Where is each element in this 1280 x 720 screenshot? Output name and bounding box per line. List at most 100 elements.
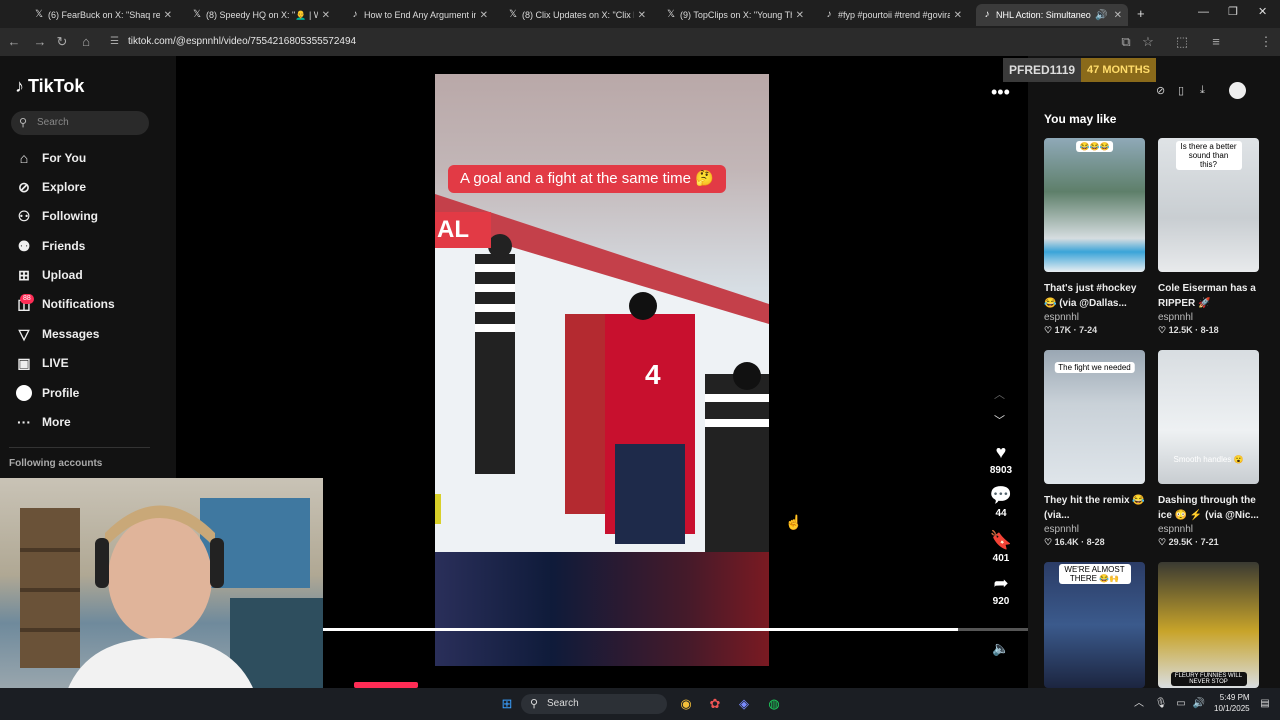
clock-date: 10/1/2025: [1214, 704, 1250, 713]
sidebar-item-explore[interactable]: ⊘ Explore: [15, 177, 86, 197]
minimize-button[interactable]: —: [1198, 6, 1209, 18]
close-icon[interactable]: ✕: [638, 10, 646, 21]
forward-icon[interactable]: →: [32, 34, 48, 50]
recommended-card[interactable]: Smooth handles 😮 Dashing through the ice…: [1158, 350, 1259, 548]
bookmark-star-icon[interactable]: ☆: [1140, 34, 1156, 50]
tab-label: (6) FearBuck on X: "Shaq respo: [48, 10, 160, 20]
tray-chevron-icon[interactable]: ︿: [1130, 696, 1148, 712]
restore-button[interactable]: ❐: [1228, 5, 1238, 18]
compass-icon: ⊘: [18, 178, 30, 195]
close-window-button[interactable]: ✕: [1258, 5, 1267, 18]
site-info-icon[interactable]: ☰: [110, 32, 119, 52]
speaker-icon[interactable]: 🔊: [1190, 696, 1208, 712]
app-icon[interactable]: ✿: [706, 696, 724, 712]
close-icon[interactable]: ✕: [480, 10, 488, 21]
search-icon: ⚲: [19, 117, 28, 129]
sidebar-item-upload[interactable]: ⊞ Upload: [15, 265, 83, 285]
discord-icon[interactable]: ◈: [735, 696, 753, 712]
x-logo-icon: 𝕏: [508, 9, 518, 20]
recommended-card[interactable]: FLEURY FUNNIES WILL NEVER STOP: [1158, 562, 1259, 688]
sidebar-item-label: LIVE: [42, 356, 69, 370]
live-icon: ▣: [17, 354, 31, 371]
sidebar-item-following[interactable]: ⚇ Following: [15, 206, 98, 226]
windows-start-icon[interactable]: ⊞: [498, 696, 516, 712]
tab-3[interactable]: ♪ How to End Any Argument in S ✕: [344, 4, 494, 26]
settings-icon[interactable]: ⊘: [1156, 84, 1165, 97]
tab-2[interactable]: 𝕏 (8) Speedy HQ on X: "👨‍🦲 | WAT ✕: [186, 4, 336, 26]
subscriber-badge: PFRED1119 47 MONTHS: [1003, 58, 1157, 82]
reading-list-icon[interactable]: ≡: [1208, 34, 1224, 50]
address-bar: ← → ↻ ⌂ ☰ tiktok.com/@espnnhl/video/7554…: [0, 28, 1280, 76]
close-icon[interactable]: ✕: [954, 10, 962, 21]
tab-4[interactable]: 𝕏 (8) Clix Updates on X: "Clix lists ✕: [502, 4, 652, 26]
comment-button[interactable]: 💬 44: [985, 485, 1017, 519]
extensions-icon[interactable]: ⬚: [1174, 34, 1190, 50]
chrome-icon[interactable]: ◉: [677, 696, 695, 712]
tab-5[interactable]: 𝕏 (9) TopClips on X: "Young Thug ✕: [660, 4, 810, 26]
user-avatar[interactable]: [1229, 82, 1246, 99]
sidebar-item-label: For You: [42, 151, 87, 165]
reload-icon[interactable]: ↻: [54, 34, 70, 50]
video-player[interactable]: 4: [435, 74, 769, 552]
close-icon[interactable]: ✕: [164, 10, 172, 21]
sidebar-item-profile[interactable]: Profile: [15, 383, 79, 403]
mute-tab-icon[interactable]: 🔊: [1095, 10, 1107, 21]
sidebar-item-more[interactable]: ··· More: [15, 412, 71, 432]
previous-video-icon[interactable]: ︿: [994, 386, 1005, 402]
taskbar-search-placeholder: Search: [547, 698, 579, 709]
tab-6[interactable]: ♪ #fyp #pourtoii #trend #goviral ✕: [818, 4, 968, 26]
tab-label: #fyp #pourtoii #trend #goviral: [838, 10, 950, 20]
device-icon[interactable]: ▯: [1178, 84, 1184, 97]
heart-icon: ♥: [995, 442, 1007, 462]
download-icon[interactable]: ⤓: [1200, 84, 1205, 97]
card-author: espnnhl: [1158, 524, 1194, 535]
tiktok-logo[interactable]: ♪ TikTok: [15, 76, 84, 97]
card-likes: 29.5K: [1168, 537, 1193, 547]
share-icon: ➦: [993, 573, 1009, 593]
search-input[interactable]: ⚲ Search: [11, 111, 149, 135]
clock-time: 5:49 PM: [1219, 693, 1250, 702]
close-icon[interactable]: ✕: [322, 10, 330, 21]
home-icon: ⌂: [19, 150, 29, 166]
volume-icon[interactable]: 🔈: [992, 640, 1009, 657]
url-text: tiktok.com/@espnnhl/video/75542168053555…: [128, 36, 357, 47]
recommended-card[interactable]: WE'RE ALMOST THERE 😂🙌: [1044, 562, 1145, 688]
like-button[interactable]: ♥ 8903: [985, 442, 1017, 476]
network-icon[interactable]: ▭: [1172, 696, 1190, 712]
sidebar-item-live[interactable]: ▣ LIVE: [15, 353, 69, 373]
back-icon[interactable]: ←: [6, 34, 22, 50]
tab-active[interactable]: ♪ NHL Action: Simultaneous 🔊 ✕: [976, 4, 1128, 26]
new-tab-button[interactable]: +: [1137, 6, 1145, 21]
card-thumbnail: 😂😂😂: [1044, 138, 1145, 272]
more-options-icon[interactable]: •••: [991, 82, 1010, 103]
card-thumbnail: WE'RE ALMOST THERE 😂🙌: [1044, 562, 1145, 688]
sidebar-item-friends[interactable]: ⚉ Friends: [15, 236, 86, 256]
url-field[interactable]: ☰ tiktok.com/@espnnhl/video/755421680535…: [104, 32, 1174, 52]
sidebar-item-label: Upload: [42, 268, 83, 282]
save-button[interactable]: 🔖 401: [985, 530, 1017, 564]
microphone-icon[interactable]: 🎙: [1152, 696, 1170, 712]
sidebar-item-for-you[interactable]: ⌂ For You: [15, 148, 86, 168]
close-icon[interactable]: ✕: [796, 10, 804, 21]
notification-center-icon[interactable]: ▤: [1256, 696, 1274, 712]
recommended-card[interactable]: 😂😂😂 That's just #hockey 😂 (via @Dallas..…: [1044, 138, 1145, 336]
sidebar-divider: [9, 447, 150, 448]
tab-label: How to End Any Argument in S: [364, 10, 476, 20]
sidebar-item-messages[interactable]: ▽ Messages: [15, 324, 100, 344]
tab-1[interactable]: 𝕏 (6) FearBuck on X: "Shaq respo ✕: [28, 4, 178, 26]
taskbar-search[interactable]: ⚲ Search: [521, 694, 667, 714]
card-likes: 16.4K: [1054, 537, 1079, 547]
bookmark-icon: 🔖: [989, 530, 1013, 550]
recommended-card[interactable]: The fight we needed They hit the remix 😂…: [1044, 350, 1145, 548]
taskbar-clock[interactable]: 5:49 PM 10/1/2025: [1214, 692, 1250, 714]
next-video-icon[interactable]: ﹀: [994, 412, 1005, 428]
spotify-icon[interactable]: ◍: [765, 696, 783, 712]
browser-menu-icon[interactable]: ⋮: [1258, 34, 1274, 50]
recommended-card[interactable]: Is there a better sound than this? Cole …: [1158, 138, 1259, 336]
home-icon[interactable]: ⌂: [78, 34, 94, 50]
logo-text: TikTok: [28, 76, 85, 96]
install-icon[interactable]: ⧉: [1118, 34, 1134, 50]
sidebar-item-label: Following: [42, 209, 98, 223]
close-icon[interactable]: ✕: [1114, 10, 1122, 21]
share-button[interactable]: ➦ 920: [985, 573, 1017, 607]
